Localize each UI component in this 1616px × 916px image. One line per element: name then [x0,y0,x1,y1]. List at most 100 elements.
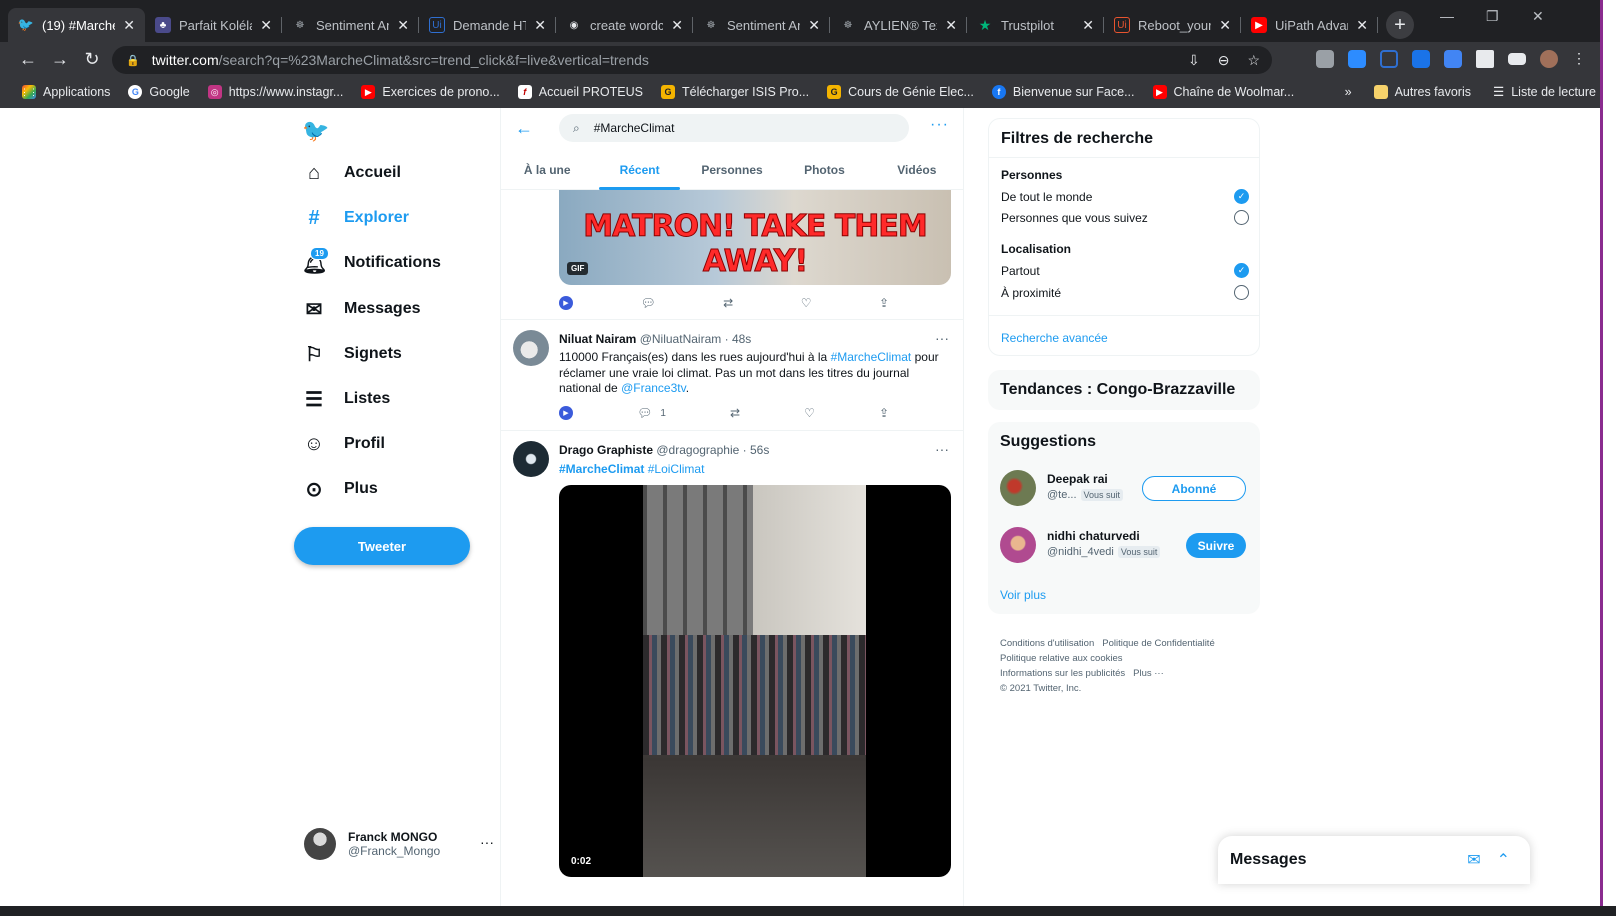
puzzle-icon[interactable] [1476,50,1494,68]
like-icon[interactable]: ♡ [804,406,815,420]
close-icon[interactable]: ✕ [945,17,957,34]
nav-item-explore[interactable]: # Explorer [290,195,408,241]
new-tab-button[interactable]: + [1386,11,1414,39]
tweet-button[interactable]: Tweeter [294,527,470,565]
nav-item-more[interactable]: ⊙ Plus [290,466,378,512]
filter-option[interactable]: Personnes que vous suivez [1001,210,1249,225]
follow-button[interactable]: Suivre [1186,533,1246,558]
reply-icon[interactable]: 💬︎ [640,296,655,310]
bookmark-item[interactable]: ▶ Chaîne de Woolmar... [1152,85,1294,99]
see-more-link[interactable]: Voir plus [1000,588,1046,602]
bookmark-star-icon[interactable]: ☆ [1247,52,1260,69]
hashtag-link[interactable]: #LoiClimat [648,462,705,476]
browser-tab[interactable]: ☸AYLIEN® Text✕ [830,8,967,42]
tweet[interactable]: Drago Graphiste @dragographie · 56s ··· … [501,431,963,908]
filter-option[interactable]: Partout ✓ [1001,263,1249,278]
close-icon[interactable]: ✕ [260,17,272,34]
suggestion-item[interactable]: Deepak rai @te... Vous suit Abonné [1000,466,1248,510]
play-icon[interactable]: ▶ [559,296,573,310]
suggestion-name[interactable]: nidhi chaturvedi [1047,529,1140,543]
share-icon[interactable]: ⇪ [879,296,889,310]
retweet-icon[interactable]: ⇄ [723,296,733,310]
browser-tab[interactable]: Ui Demande HT ✕ [419,8,556,42]
footer-link[interactable]: Plus ··· [1133,668,1164,679]
tab-latest[interactable]: Récent [593,150,685,190]
avatar[interactable] [513,441,549,477]
reply-button[interactable]: 💬︎ 1 [637,406,666,420]
expand-icon[interactable]: ⌃ [1497,850,1510,870]
bookmark-item[interactable]: G Télécharger ISIS Pro... [660,85,809,99]
footer-link[interactable]: Politique relative aux cookies [1000,653,1123,664]
extension-icon[interactable] [1412,50,1430,68]
suggestion-item[interactable]: nidhi chaturvedi @nidhi_4vedi Vous suit S… [1000,523,1248,567]
browser-tab[interactable]: ♣ Parfait Koléla ✕ [145,8,282,42]
radio-checked-icon[interactable]: ✓ [1234,263,1249,278]
avatar[interactable] [1000,527,1036,563]
close-icon[interactable]: ✕ [671,17,683,34]
browser-tab[interactable]: ▶ UiPath Advan ✕ [1241,8,1378,42]
account-switcher[interactable]: Franck MONGO @Franck_Mongo ··· [304,828,494,860]
zoom-icon[interactable]: ⊖ [1218,52,1230,69]
nav-item-home[interactable]: ⌂ Accueil [290,150,401,196]
footer-link[interactable]: Conditions d'utilisation [1000,638,1094,649]
tab-photos[interactable]: Photos [778,150,870,190]
messages-drawer[interactable]: Messages ✉ ⌃ [1218,836,1530,884]
footer-link[interactable]: Politique de Confidentialité [1102,638,1215,649]
nav-item-bookmarks[interactable]: ⚐ Signets [290,331,402,377]
bookmarks-overflow-icon[interactable]: » [1345,85,1352,99]
tab-videos[interactable]: Vidéos [871,150,963,190]
new-message-icon[interactable]: ✉ [1467,850,1480,870]
close-icon[interactable]: ✕ [397,17,409,34]
bookmark-item[interactable]: G Google [128,85,190,99]
close-icon[interactable]: ✕ [1356,17,1368,34]
window-close-icon[interactable]: ✕ [1532,8,1544,25]
hashtag-link[interactable]: #MarcheClimat [559,462,644,476]
back-icon[interactable]: ← [12,49,44,70]
twitter-logo-icon[interactable]: 🐦 [302,118,329,144]
tab-people[interactable]: Personnes [686,150,778,190]
close-icon[interactable]: ✕ [534,17,546,34]
avatar[interactable] [1000,470,1036,506]
close-icon[interactable]: ✕ [808,17,820,34]
nav-item-lists[interactable]: ☰ Listes [290,376,390,422]
radio-checked-icon[interactable]: ✓ [1234,189,1249,204]
bookmark-item[interactable]: ◎ https://www.instagr... [207,85,343,99]
mention-link[interactable]: @France3tv [621,381,686,395]
close-icon[interactable]: ✕ [1219,17,1231,34]
radio-icon[interactable] [1234,285,1249,300]
browser-tab[interactable]: UiReboot_your_✕ [1104,8,1241,42]
menu-icon[interactable]: ⋮ [1572,50,1586,68]
other-bookmarks[interactable]: Autres favoris [1373,84,1471,99]
audio-ext-icon[interactable] [1444,50,1462,68]
bookmark-item[interactable]: f Accueil PROTEUS [517,85,643,99]
playlist-icon[interactable] [1508,53,1526,65]
extension-icon[interactable] [1316,50,1334,68]
more-icon[interactable]: ··· [935,330,949,346]
tweet-time[interactable]: 48s [732,332,751,346]
search-input[interactable]: ⌕ #MarcheClimat [559,114,909,142]
nav-item-notifications[interactable]: 🔔︎ 19 Notifications [290,240,441,286]
browser-tab[interactable]: 🐦 (19) #Marche ✕ [8,8,145,42]
bookmark-item[interactable]: ▶ Exercices de prono... [361,85,500,99]
tweet-author-handle[interactable]: @dragographie [656,443,739,457]
video-player[interactable]: 0:02 [559,485,951,877]
share-icon[interactable]: ⇪ [879,406,889,420]
nav-item-profile[interactable]: ☺ Profil [290,421,385,467]
more-icon[interactable]: ··· [480,834,494,850]
bookmark-item[interactable]: G Cours de Génie Elec... [827,85,974,99]
tweet-author-handle[interactable]: @NiluatNairam [640,332,722,346]
browser-tab[interactable]: ★ Trustpilot ✕ [967,8,1104,42]
bookmark-item[interactable]: f Bienvenue sur Face... [991,85,1135,99]
filter-option[interactable]: À proximité [1001,285,1249,300]
tweet[interactable]: Niluat Nairam @NiluatNairam · 48s ··· 11… [501,320,963,430]
play-icon[interactable]: ▶ [559,406,573,420]
reload-icon[interactable]: ↻ [76,49,108,70]
url-bar[interactable]: 🔒 twitter.com/search?q=%23MarcheClimat&s… [112,46,1272,74]
retweet-icon[interactable]: ⇄ [730,406,740,420]
restore-icon[interactable]: ❐ [1486,8,1499,25]
bookmark-item[interactable]: ⋮⋮ Applications [20,85,110,99]
back-arrow-icon[interactable]: ← [515,118,533,139]
following-button[interactable]: Abonné [1142,476,1246,501]
tab-top[interactable]: À la une [501,150,593,190]
gif-media[interactable]: MATRON! TAKE THEM AWAY! GIF [559,190,951,285]
